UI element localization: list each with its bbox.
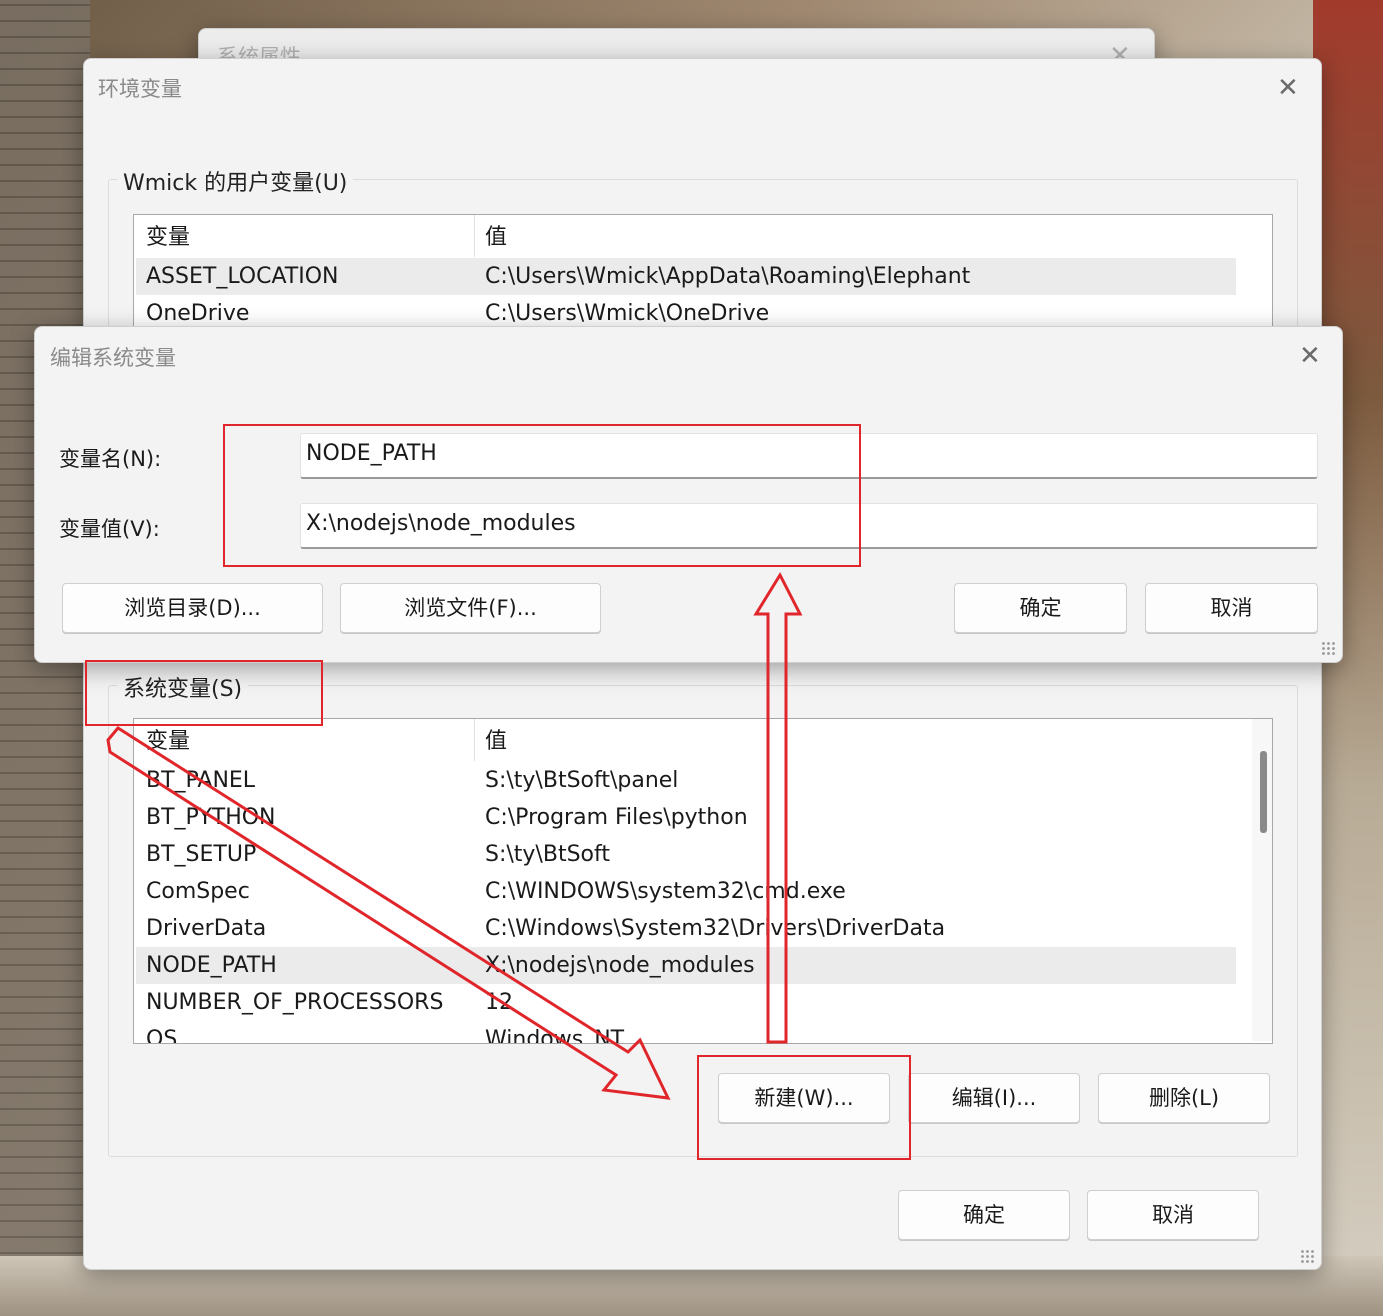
arrow-to-edit-fields: [753, 571, 803, 1044]
arrow-to-new-button: [106, 726, 671, 1100]
annotation-arrows: [106, 571, 803, 1100]
